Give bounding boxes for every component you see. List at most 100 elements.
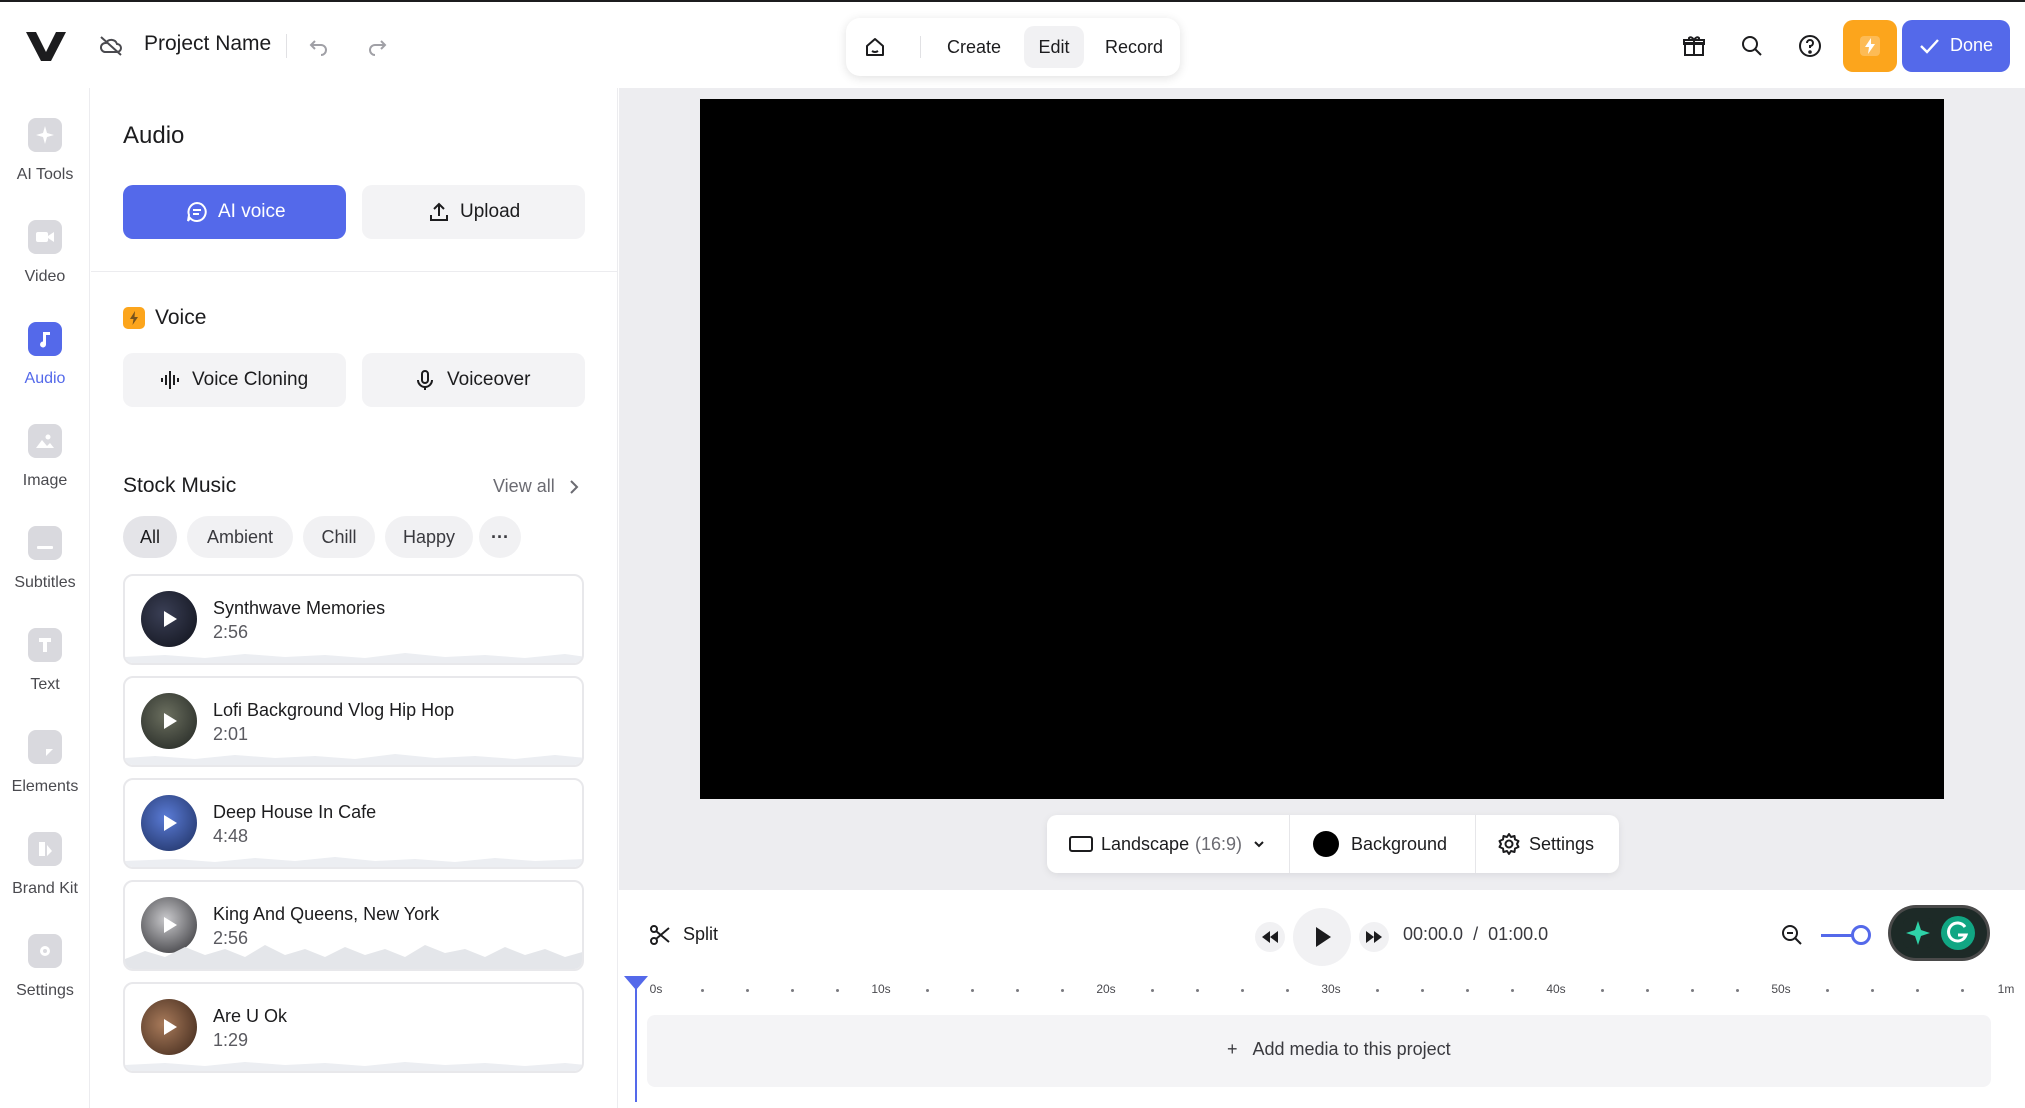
extension-widget[interactable] — [1891, 908, 1987, 958]
voiceover-button[interactable]: Voiceover — [362, 353, 585, 407]
ruler-tick — [1421, 989, 1424, 992]
playhead-handle[interactable] — [624, 976, 648, 990]
ruler-tick — [1511, 989, 1514, 992]
aspect-ratio[interactable]: (16:9) — [1195, 834, 1242, 855]
upload-icon — [430, 202, 448, 221]
voice-cloning-button[interactable]: Voice Cloning — [123, 353, 346, 407]
ruler-tick — [836, 989, 839, 992]
done-label: Done — [1950, 35, 1994, 55]
play-button[interactable] — [1293, 908, 1351, 966]
play-icon[interactable] — [160, 1017, 180, 1037]
more-chips-button[interactable]: ··· — [479, 516, 521, 558]
tab-edit[interactable]: Edit — [1024, 26, 1084, 68]
track-item[interactable]: Are U Ok 1:29 — [123, 982, 584, 1073]
done-button[interactable]: Done — [1902, 20, 2010, 72]
bolt-icon — [123, 307, 145, 329]
divider — [286, 34, 287, 58]
timeline-ruler[interactable]: 0s 10s 20s 30s 40s 50s 1m — [639, 982, 2015, 1002]
redo-icon[interactable] — [366, 36, 388, 56]
upload-label: Upload — [460, 201, 521, 222]
chip-happy[interactable]: Happy — [385, 516, 473, 558]
chevron-right-icon[interactable] — [567, 478, 581, 496]
play-icon[interactable] — [160, 711, 180, 731]
help-icon[interactable] — [1798, 34, 1822, 58]
rail-item-audio[interactable]: Audio — [0, 302, 90, 392]
background-swatch[interactable] — [1313, 831, 1339, 857]
rail-item-settings[interactable]: Settings — [0, 914, 90, 1004]
subtitles-icon — [28, 526, 62, 560]
timeline: Split 00:00.0 / 01:00.0 t 0s 10s 20s 30s… — [619, 890, 2025, 1108]
track-duration: 1:29 — [213, 1030, 249, 1050]
ruler-tick — [1241, 989, 1244, 992]
ruler-tick — [1196, 989, 1199, 992]
canvas-toolbar: Landscape (16:9) Background Settings — [1047, 815, 1619, 873]
home-icon[interactable] — [864, 36, 886, 58]
ai-assistant-icon — [1903, 918, 1933, 948]
grammarly-icon — [1941, 916, 1975, 950]
search-icon[interactable] — [1740, 34, 1764, 58]
gear-icon[interactable] — [1497, 832, 1521, 856]
ai-voice-label: AI voice — [218, 201, 286, 222]
zoom-slider-handle[interactable] — [1851, 925, 1871, 945]
chip-all[interactable]: All — [123, 516, 177, 558]
ruler-tick — [701, 989, 704, 992]
chip-ambient[interactable]: Ambient — [187, 516, 293, 558]
waveform — [125, 945, 582, 969]
add-media-track[interactable]: + Add media to this project — [647, 1015, 1991, 1087]
zoom-out-icon[interactable] — [1781, 924, 1803, 946]
cloud-off-icon[interactable] — [98, 34, 124, 58]
undo-icon[interactable] — [308, 36, 330, 56]
left-rail: AI Tools Video Audio Image Subtitles Tex… — [0, 88, 90, 1108]
play-icon[interactable] — [160, 813, 180, 833]
ruler-tick — [1961, 989, 1964, 992]
track-item[interactable]: Deep House In Cafe 4:48 — [123, 778, 584, 869]
rail-item-text[interactable]: Text — [0, 608, 90, 698]
chevron-down-icon[interactable] — [1253, 839, 1265, 849]
project-name[interactable]: Project Name — [144, 32, 271, 56]
play-icon — [1316, 927, 1331, 947]
current-time: 00:00.0 — [1403, 924, 1464, 944]
rail-item-subtitles[interactable]: Subtitles — [0, 506, 90, 596]
track-item[interactable]: Lofi Background Vlog Hip Hop 2:01 — [123, 676, 584, 767]
ruler-tick — [1691, 989, 1694, 992]
split-button[interactable]: Split — [683, 924, 718, 945]
settings-label[interactable]: Settings — [1529, 834, 1594, 855]
add-media-label: + Add media to this project — [1227, 1039, 1451, 1059]
gift-icon[interactable] — [1682, 34, 1706, 58]
rail-item-image[interactable]: Image — [0, 404, 90, 494]
play-icon[interactable] — [160, 609, 180, 629]
view-all-link[interactable]: View all — [493, 476, 555, 497]
tab-record[interactable]: Record — [1096, 26, 1172, 68]
ruler-tick — [1151, 989, 1154, 992]
divider — [920, 36, 921, 58]
track-item[interactable]: King And Queens, New York 2:56 — [123, 880, 584, 971]
rail-label: Subtitles — [14, 574, 76, 591]
rail-item-video[interactable]: Video — [0, 200, 90, 290]
rail-item-ai-tools[interactable]: AI Tools — [0, 98, 90, 188]
time-separator: / — [1473, 924, 1479, 944]
ruler-label: 10s — [871, 982, 891, 996]
aspect-label[interactable]: Landscape — [1101, 834, 1189, 855]
fast-forward-button[interactable] — [1359, 922, 1389, 952]
rail-item-brand-kit[interactable]: Brand Kit — [0, 812, 90, 902]
rail-item-elements[interactable]: Elements — [0, 710, 90, 800]
upgrade-button[interactable] — [1843, 20, 1897, 72]
chip-chill[interactable]: Chill — [303, 516, 375, 558]
video-canvas[interactable] — [700, 99, 1944, 799]
ai-voice-button[interactable]: AI voice — [123, 185, 346, 239]
scissors-icon[interactable] — [649, 924, 671, 946]
rewind-button[interactable] — [1255, 922, 1285, 952]
background-label[interactable]: Background — [1351, 834, 1447, 855]
add-media-text: Add media to this project — [1252, 1039, 1451, 1059]
app-logo[interactable] — [24, 28, 68, 64]
track-item[interactable]: Synthwave Memories 2:56 — [123, 574, 584, 665]
rail-label: Elements — [11, 778, 79, 795]
playhead[interactable] — [635, 976, 637, 1102]
tab-create[interactable]: Create — [936, 26, 1012, 68]
ruler-tick — [926, 989, 929, 992]
landscape-icon — [1069, 836, 1093, 852]
play-icon[interactable] — [160, 915, 180, 935]
upload-button[interactable]: Upload — [362, 185, 585, 239]
rail-label: Brand Kit — [12, 880, 78, 897]
audio-panel: Audio AI voice Upload Voice Voice Clonin… — [91, 88, 618, 1108]
